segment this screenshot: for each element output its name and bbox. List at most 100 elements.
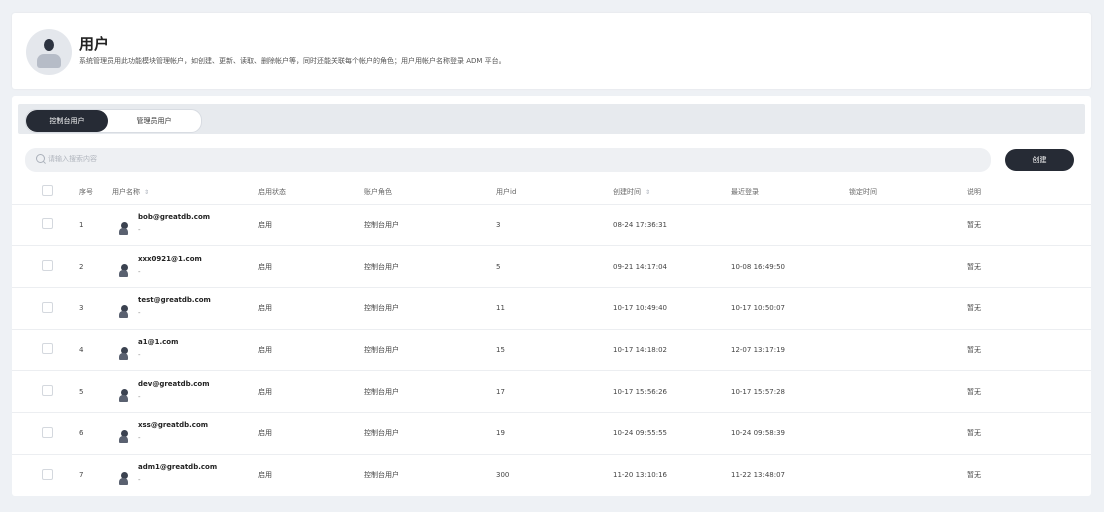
user-subtitle: - — [138, 309, 141, 318]
user-subtitle: - — [138, 392, 141, 401]
select-all-checkbox[interactable] — [42, 185, 53, 197]
tab-admin-users[interactable]: 管理员用户 — [110, 110, 198, 132]
user-note: 暂无 — [967, 304, 981, 313]
user-note: 暂无 — [967, 262, 981, 271]
user-status: 启用 — [258, 304, 272, 313]
row-checkbox[interactable] — [42, 260, 53, 272]
created-time: 08-24 17:36:31 — [613, 220, 668, 229]
locked-time — [848, 412, 966, 454]
col-username-label: 用户名称 — [112, 187, 140, 196]
user-name[interactable]: xss@greatdb.com — [138, 421, 208, 429]
last-login-time: 10-08 16:49:50 — [731, 262, 786, 271]
table-row[interactable]: 7 adm1@greatdb.com - 启用 控制台用户 300 11-20 13:10:… — [12, 454, 1091, 496]
user-status: 启用 — [258, 345, 272, 354]
user-subtitle: - — [138, 434, 141, 443]
user-role: 控制台用户 — [364, 220, 399, 229]
table-row[interactable]: 3 test@greatdb.com - 启用 控制台用户 11 10-17 10:49:4… — [12, 287, 1091, 329]
page-description: 系统管理员用此功能模块管理帐户，如创建、更新、读取、删除帐户等，同时还能关联每个… — [79, 57, 506, 65]
user-cell: a1@1.com - — [112, 335, 256, 365]
user-id: 300 — [496, 471, 510, 480]
last-login-time — [730, 204, 848, 246]
created-time: 10-17 14:18:02 — [613, 345, 668, 354]
locked-time — [848, 329, 966, 371]
page-header: 用户 系统管理员用此功能模块管理帐户，如创建、更新、读取、删除帐户等，同时还能关… — [12, 13, 1091, 89]
user-id: 11 — [496, 304, 505, 313]
user-status: 启用 — [258, 220, 272, 229]
user-name[interactable]: a1@1.com — [138, 338, 178, 346]
user-note: 暂无 — [967, 220, 981, 229]
created-time: 11-20 13:10:16 — [613, 471, 668, 480]
user-status: 启用 — [258, 387, 272, 396]
row-index: 1 — [79, 220, 84, 229]
col-username[interactable]: 用户名称 ⇕ — [111, 180, 257, 204]
user-subtitle: - — [138, 267, 141, 276]
col-locked: 锁定时间 — [849, 187, 877, 196]
col-note: 说明 — [967, 187, 981, 196]
user-name[interactable]: dev@greatdb.com — [138, 380, 210, 388]
col-created[interactable]: 创建时间 ⇕ — [612, 180, 730, 204]
tab-console-users[interactable]: 控制台用户 — [26, 110, 108, 132]
row-index: 4 — [79, 345, 84, 354]
locked-time — [848, 204, 966, 246]
user-id: 17 — [496, 387, 505, 396]
user-cell: xss@greatdb.com - — [112, 418, 256, 448]
search-placeholder: 请输入搜索内容 — [48, 155, 97, 163]
locked-time — [848, 246, 966, 288]
user-note: 暂无 — [967, 387, 981, 396]
user-name[interactable]: bob@greatdb.com — [138, 213, 210, 221]
user-name[interactable]: xxx0921@1.com — [138, 255, 202, 263]
row-checkbox[interactable] — [42, 218, 53, 230]
user-cell: dev@greatdb.com - — [112, 377, 256, 407]
sort-icon[interactable]: ⇕ — [645, 189, 650, 196]
row-index: 3 — [79, 304, 84, 313]
table-row[interactable]: 5 dev@greatdb.com - 启用 控制台用户 17 10-17 15:56:26… — [12, 370, 1091, 413]
table-row[interactable]: 2 xxx0921@1.com - 启用 控制台用户 5 09-21 14:17:04 10-… — [12, 245, 1091, 288]
row-index: 5 — [79, 387, 84, 396]
table-row[interactable]: 4 a1@1.com - 启用 控制台用户 15 10-17 14:18:02 12-07 1… — [12, 329, 1091, 371]
last-login-time: 10-17 15:57:28 — [731, 387, 786, 396]
row-checkbox[interactable] — [42, 468, 53, 480]
last-login-time: 10-17 10:50:07 — [731, 304, 786, 313]
user-role: 控制台用户 — [364, 429, 399, 438]
user-cell: adm1@greatdb.com - — [112, 460, 256, 490]
user-note: 暂无 — [967, 471, 981, 480]
created-time: 10-24 09:55:55 — [613, 429, 668, 438]
row-checkbox[interactable] — [42, 301, 53, 313]
row-checkbox[interactable] — [42, 426, 53, 438]
col-userid: 用户id — [496, 187, 517, 196]
table-row[interactable]: 1 bob@greatdb.com - 启用 控制台用户 3 08-24 17:36:31 暂… — [12, 204, 1091, 246]
user-avatar-icon — [118, 305, 129, 319]
tab-group: 控制台用户 管理员用户 — [25, 109, 202, 133]
created-time: 10-17 10:49:40 — [613, 304, 668, 313]
user-status: 启用 — [258, 471, 272, 480]
user-note: 暂无 — [967, 345, 981, 354]
sort-icon[interactable]: ⇕ — [144, 189, 149, 196]
user-name[interactable]: adm1@greatdb.com — [138, 463, 217, 471]
row-checkbox[interactable] — [42, 385, 53, 397]
user-avatar-icon — [118, 430, 129, 444]
table-row[interactable]: 6 xss@greatdb.com - 启用 控制台用户 19 10-24 09:55:55… — [12, 412, 1091, 454]
col-created-label: 创建时间 — [613, 187, 641, 196]
user-subtitle: - — [138, 225, 141, 234]
user-cell: xxx0921@1.com - — [112, 252, 256, 282]
tab-bar: 控制台用户 管理员用户 — [18, 104, 1085, 134]
user-role: 控制台用户 — [364, 387, 399, 396]
last-login-time: 12-07 13:17:19 — [731, 345, 786, 354]
user-id: 5 — [496, 262, 501, 271]
last-login-time: 10-24 09:58:39 — [731, 429, 786, 438]
created-time: 10-17 15:56:26 — [613, 387, 668, 396]
search-input[interactable] — [25, 148, 991, 172]
user-avatar-icon — [26, 29, 72, 75]
created-time: 09-21 14:17:04 — [613, 262, 668, 271]
col-index: 序号 — [79, 187, 93, 196]
col-last-login: 最近登录 — [731, 187, 759, 196]
col-role: 账户角色 — [364, 187, 392, 196]
create-button[interactable]: 创建 — [1005, 149, 1074, 171]
user-subtitle: - — [138, 476, 141, 485]
user-name[interactable]: test@greatdb.com — [138, 296, 211, 304]
user-role: 控制台用户 — [364, 345, 399, 354]
last-login-time: 11-22 13:48:07 — [731, 471, 786, 480]
user-cell: test@greatdb.com - — [112, 293, 256, 323]
col-status: 启用状态 — [258, 187, 286, 196]
row-checkbox[interactable] — [42, 343, 53, 355]
